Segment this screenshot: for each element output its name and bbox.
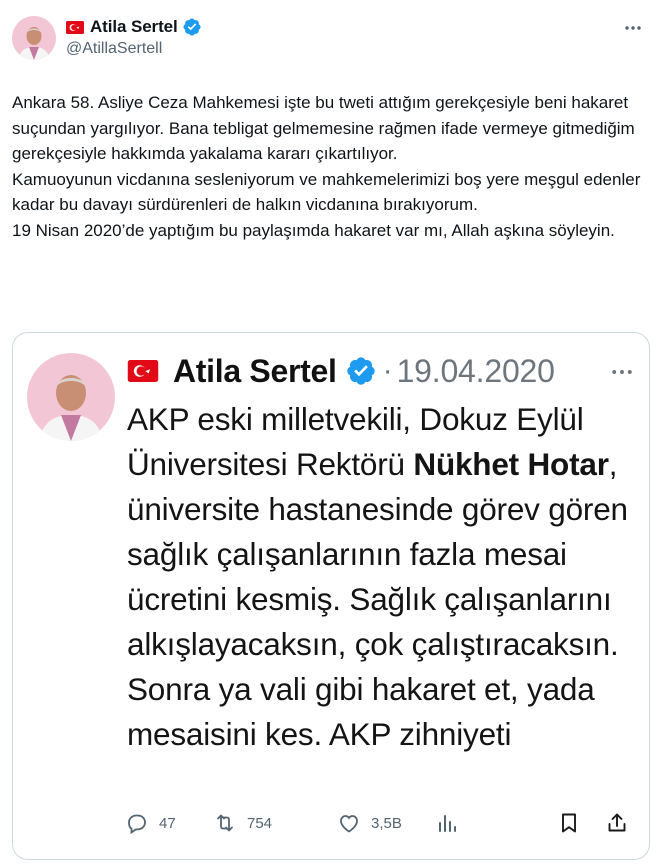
image-date: 19.04.2020 [396, 352, 555, 389]
bookmark-icon [562, 813, 576, 833]
image-action-bar: 47 754 3,5B [125, 807, 629, 839]
verified-badge-icon[interactable] [182, 17, 202, 37]
image-avatar [27, 353, 115, 441]
more-icon[interactable] [619, 14, 647, 42]
retweet-button: 754 [213, 811, 337, 835]
image-display-name: Atila Sertel [173, 352, 337, 389]
turkey-flag-icon [66, 20, 84, 34]
reply-icon [128, 814, 146, 835]
tweet: Atila Sertel @AtillaSertell Ankara 58. A… [0, 0, 669, 868]
tweet-header: Atila Sertel @AtillaSertell [12, 14, 653, 72]
avatar[interactable] [12, 16, 56, 60]
image-tweet-text: AKP eski milletvekili, Dokuz Eylül Ünive… [127, 397, 637, 757]
display-name[interactable]: Atila Sertel [90, 17, 178, 37]
image-separator: · [382, 354, 393, 387]
retweet-count: 754 [247, 814, 273, 832]
more-icon [609, 359, 635, 385]
author-info: Atila Sertel @AtillaSertell [66, 16, 202, 58]
reply-button: 47 [125, 811, 213, 835]
handle[interactable]: @AtillaSertell [66, 40, 202, 58]
share-icon [608, 813, 626, 832]
verified-badge-icon [345, 355, 377, 387]
image-text-part: , üniversite hastanesinde görev gören sa… [127, 446, 628, 752]
like-count: 3,5B [371, 814, 402, 832]
share-button [605, 811, 629, 835]
views-button [435, 811, 543, 835]
image-header: Atila Sertel · 19.04.2020 [127, 351, 555, 391]
views-icon [439, 815, 456, 832]
like-icon [340, 815, 358, 833]
turkey-flag-icon [127, 360, 159, 382]
tweet-paragraph: Ankara 58. Asliye Ceza Mahkemesi işte bu… [12, 93, 635, 163]
like-button: 3,5B [337, 811, 435, 835]
tweet-paragraph: 19 Nisan 2020’de yaptığım bu paylaşımda … [12, 220, 615, 240]
tweet-paragraph: Kamuoyunun vicdanına sesleniyorum ve mah… [12, 169, 641, 215]
reply-count: 47 [159, 814, 176, 832]
image-text-bold: Nükhet Hotar [413, 446, 609, 482]
bookmark-button [557, 811, 581, 835]
tweet-text: Ankara 58. Asliye Ceza Mahkemesi işte bu… [12, 90, 653, 243]
tweet-image[interactable]: Atila Sertel · 19.04.2020 AKP eski mille… [12, 332, 650, 860]
retweet-icon [217, 814, 233, 832]
